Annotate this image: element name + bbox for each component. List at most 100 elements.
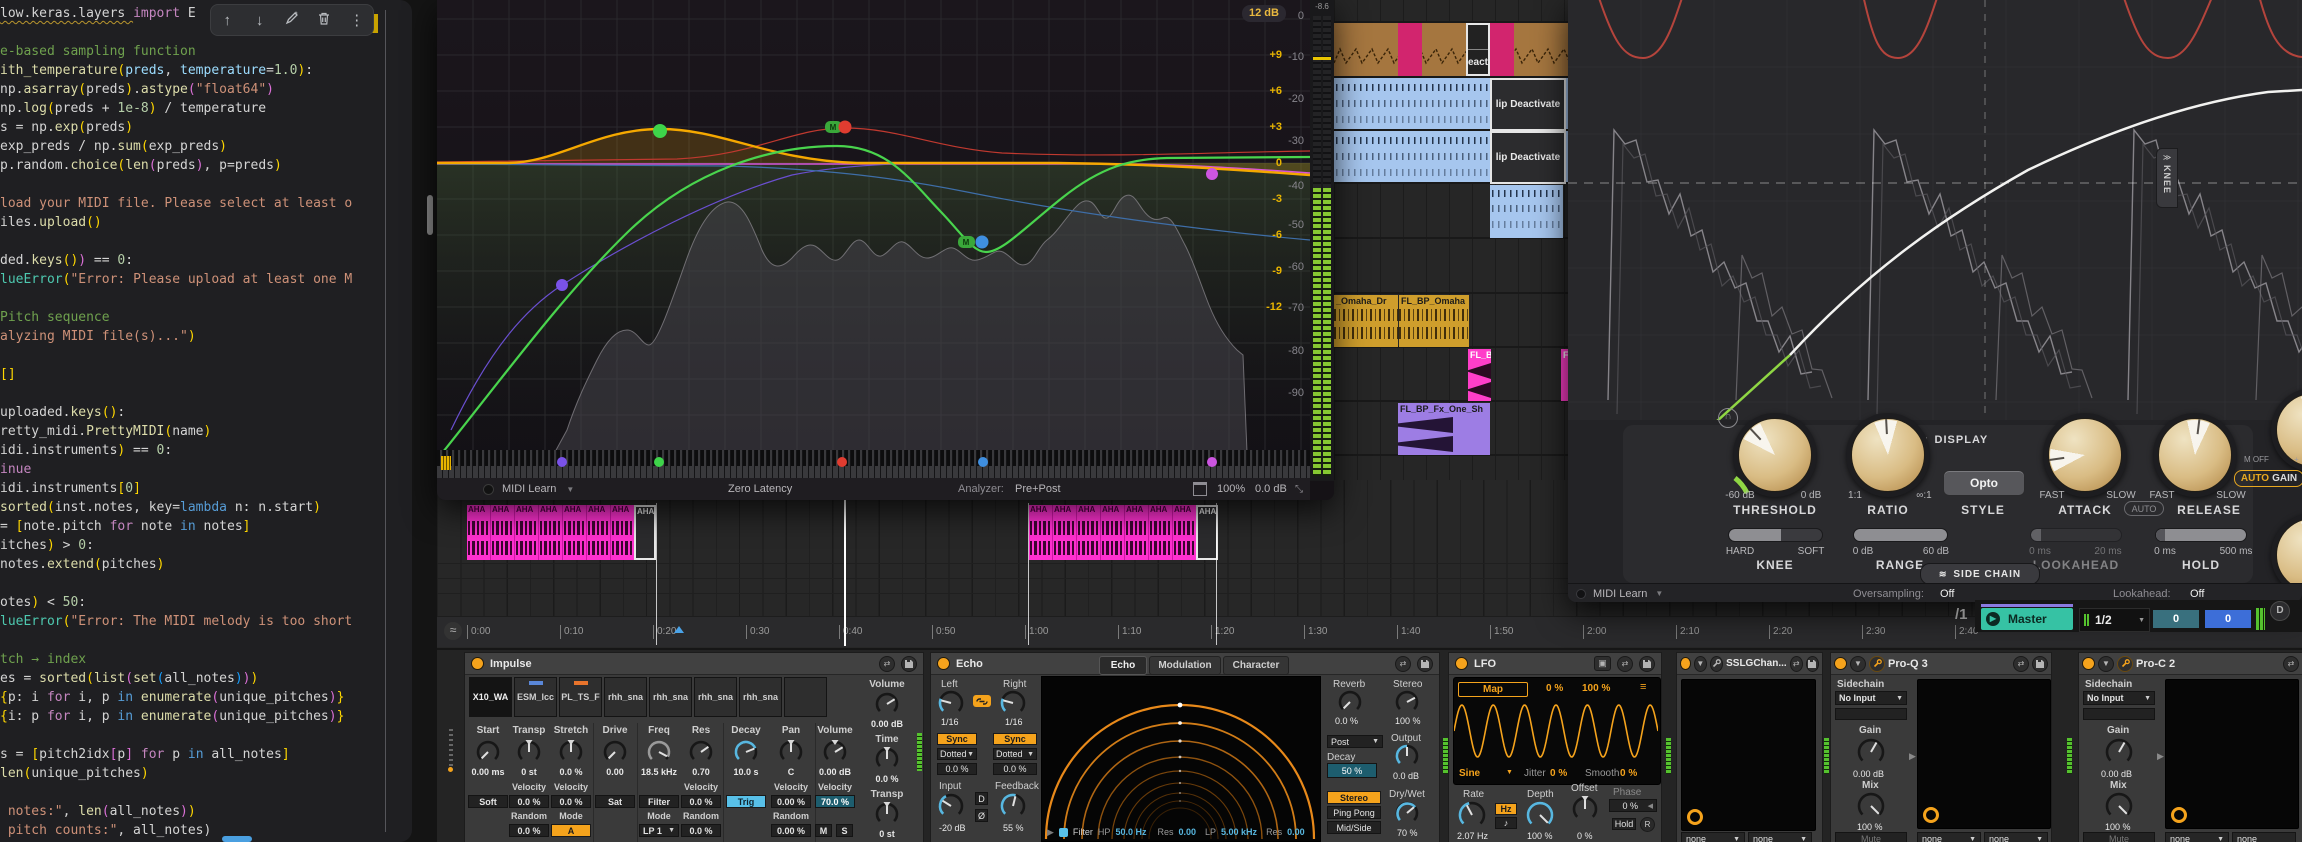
- code-line[interactable]: uploaded.keys():: [0, 403, 412, 422]
- code-line[interactable]: iles.upload(): [0, 213, 412, 232]
- code-line[interactable]: Pitch sequence: [0, 308, 412, 327]
- hot-swap-icon[interactable]: ⇄: [1617, 656, 1633, 672]
- time-global-knob[interactable]: [874, 746, 900, 777]
- zoom-level[interactable]: 100%: [1217, 483, 1245, 495]
- feedback-knob[interactable]: [999, 792, 1027, 825]
- hot-swap-icon[interactable]: ⇄: [1790, 656, 1803, 672]
- code-line[interactable]: np.asarray(preds).astype("float64"): [0, 80, 412, 99]
- aha-clip[interactable]: AHA: [1125, 505, 1149, 560]
- plugin-panel[interactable]: [2165, 679, 2299, 829]
- aha-clip[interactable]: AHA: [1149, 505, 1173, 560]
- gain-value[interactable]: 0.00 dB: [1853, 769, 1884, 779]
- d-button[interactable]: D: [2270, 601, 2290, 621]
- map-mode-icon[interactable]: ▣: [1594, 656, 1611, 671]
- offset-value[interactable]: 0 %: [1577, 831, 1593, 841]
- scrub-icon[interactable]: ≈: [444, 622, 462, 640]
- device-on-led[interactable]: [2082, 657, 2095, 670]
- mute-off-label[interactable]: M OFF: [2244, 455, 2269, 464]
- param-slot[interactable]: none: [2232, 832, 2296, 842]
- delete-icon[interactable]: [313, 11, 335, 30]
- output-value[interactable]: 0.0 dB: [1393, 771, 1419, 781]
- menu-icon[interactable]: ≡: [1640, 681, 1646, 693]
- left-sync-button[interactable]: Sync: [937, 733, 977, 745]
- aha-clip-selected[interactable]: AHA: [1196, 505, 1218, 560]
- aha-clip[interactable]: AHA: [1053, 505, 1077, 560]
- proq-title-bar[interactable]: ▼ Pro-Q 3 ⇄: [1831, 653, 2051, 675]
- param-button[interactable]: 0.0 %: [681, 824, 721, 837]
- lfo-max[interactable]: 100 %: [1582, 683, 1610, 694]
- device-on-led[interactable]: [471, 657, 484, 670]
- freq-knob[interactable]: [646, 739, 672, 770]
- param-button[interactable]: Sat: [595, 795, 635, 808]
- key-dot-purple[interactable]: [557, 457, 567, 467]
- clip-pink[interactable]: FL_B: [1468, 349, 1491, 401]
- param-button[interactable]: Filter: [639, 795, 679, 808]
- piano-toggle-icon[interactable]: [1193, 482, 1207, 496]
- expand-arrow-icon[interactable]: ▶: [2157, 751, 2164, 762]
- impulse-title-bar[interactable]: Impulse ⇄: [465, 653, 923, 675]
- aha-clip[interactable]: AHA: [611, 505, 635, 560]
- move-up-icon[interactable]: ↑: [216, 12, 238, 29]
- mini-fader[interactable]: [449, 729, 453, 769]
- feedback-phase-button[interactable]: Ø: [975, 809, 988, 822]
- eq-band-dot-magenta[interactable]: [1206, 168, 1218, 180]
- hz-mode-button[interactable]: Hz: [1495, 803, 1517, 815]
- code-line[interactable]: pitch counts:", all_notes): [0, 821, 412, 840]
- param-slot[interactable]: none▼: [1681, 832, 1745, 842]
- playhead[interactable]: [844, 498, 846, 646]
- track-row-midi-brown[interactable]: eact: [1334, 23, 1570, 78]
- param-value[interactable]: C: [767, 767, 815, 777]
- code-line[interactable]: []: [0, 365, 412, 384]
- piano-keyboard-strip[interactable]: [437, 450, 1310, 478]
- unfold-icon[interactable]: ▼: [1850, 656, 1866, 672]
- feedback-value[interactable]: 55 %: [1003, 823, 1024, 833]
- right-sync-mode[interactable]: Dotted▼: [993, 748, 1037, 760]
- pingpong-mode-button[interactable]: Ping Pong: [1327, 806, 1381, 819]
- echo-visualizer[interactable]: ▶ Filter HP 50.0 Hz Res 0.00 LP 5.00 kHz…: [1041, 676, 1321, 842]
- stretch-knob[interactable]: [558, 739, 584, 770]
- clip-audio[interactable]: FL_BP_Omaha: [1399, 295, 1469, 347]
- device-on-led[interactable]: [1680, 657, 1691, 670]
- impulse-slot[interactable]: [784, 677, 827, 717]
- eq-graph[interactable]: M M: [437, 0, 1310, 450]
- mute-button[interactable]: Mute: [2083, 832, 2155, 842]
- threshold-knob[interactable]: [1733, 413, 1817, 497]
- param-button[interactable]: 0.0 %: [509, 824, 549, 837]
- plugin-edit-icon[interactable]: [1710, 656, 1723, 672]
- key-dot-magenta[interactable]: [1207, 457, 1217, 467]
- stereo-value[interactable]: 100 %: [1395, 716, 1421, 726]
- param-value[interactable]: 10.0 s: [722, 767, 770, 777]
- lookahead-bottom-value[interactable]: Off: [2190, 588, 2204, 600]
- param-button[interactable]: LP 1▼: [639, 824, 679, 837]
- res-value[interactable]: 0.00: [1287, 827, 1305, 837]
- code-lines[interactable]: low.keras.layers import E e-based sampli…: [0, 4, 412, 840]
- code-line[interactable]: idi.instruments[0]: [0, 479, 412, 498]
- side-chain-toggle[interactable]: ≋ SIDE CHAIN: [1920, 563, 2040, 585]
- latency-label[interactable]: Zero Latency: [728, 483, 792, 495]
- knee-tab[interactable]: ≫ KNEE: [2156, 148, 2178, 208]
- code-line[interactable]: otes) < 50:: [0, 593, 412, 612]
- code-line[interactable]: {p: i for i, p in enumerate(unique_pitch…: [0, 688, 412, 707]
- scrollbar[interactable]: [427, 195, 433, 235]
- aha-clip[interactable]: AHA: [467, 505, 491, 560]
- sidechain-input-selector[interactable]: No Input▼: [2083, 691, 2155, 705]
- volume-global-knob[interactable]: [874, 691, 900, 722]
- sidechain-mix-knob[interactable]: [2104, 791, 2134, 826]
- code-line[interactable]: [0, 384, 412, 403]
- eq-band-dot-green[interactable]: [653, 124, 667, 138]
- clip-pink-segment[interactable]: [1398, 23, 1422, 76]
- output-gain-knob[interactable]: [1394, 743, 1420, 774]
- track-row-blue-2[interactable]: lip Deactivate: [1334, 131, 1570, 184]
- ratio-knob[interactable]: [1846, 413, 1930, 497]
- hp-freq-value[interactable]: 50.0 Hz: [1115, 827, 1146, 837]
- code-line[interactable]: np.log(preds + 1e-8) / temperature: [0, 99, 412, 118]
- code-line[interactable]: [0, 574, 412, 593]
- midi-learn-led[interactable]: [1576, 589, 1586, 599]
- input-gain-knob[interactable]: [937, 792, 965, 825]
- code-line[interactable]: s = np.exp(preds): [0, 118, 412, 137]
- hot-swap-icon[interactable]: ⇄: [1395, 656, 1411, 672]
- style-selector-button[interactable]: Opto: [1943, 470, 2025, 496]
- res-value[interactable]: 0.00: [1178, 827, 1196, 837]
- code-line[interactable]: [0, 289, 412, 308]
- param-button[interactable]: 0.0 %: [681, 795, 721, 808]
